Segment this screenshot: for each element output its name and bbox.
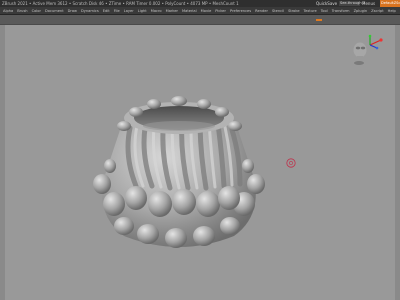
menu-marker[interactable]: Marker bbox=[166, 9, 178, 13]
menu-texture[interactable]: Texture bbox=[304, 9, 317, 13]
menu-color[interactable]: Color bbox=[32, 9, 41, 13]
see-through-slider[interactable]: See-through 0 bbox=[339, 1, 365, 6]
sculpted-vase-model[interactable] bbox=[84, 86, 274, 252]
menu-dynamics[interactable]: Dynamics bbox=[81, 9, 99, 13]
menu-help[interactable]: Help bbox=[388, 9, 396, 13]
menu-picker[interactable]: Picker bbox=[215, 9, 226, 13]
menu-light[interactable]: Light bbox=[138, 9, 147, 13]
menu-draw[interactable]: Draw bbox=[68, 9, 77, 13]
menu-zplugin[interactable]: Zplugin bbox=[354, 9, 368, 13]
menu-zscript[interactable]: Zscript bbox=[371, 9, 383, 13]
status-text: ZBrush 2021 • Active Mem 3612 • Scratch … bbox=[2, 1, 239, 6]
quicksave-button[interactable]: QuickSave bbox=[316, 0, 337, 7]
menu-macro[interactable]: Macro bbox=[151, 9, 162, 13]
menu-file[interactable]: File bbox=[114, 9, 120, 13]
menu-brush[interactable]: Brush bbox=[17, 9, 27, 13]
menu-document[interactable]: Document bbox=[45, 9, 64, 13]
menus-button[interactable]: Menus bbox=[362, 0, 375, 7]
menu-bar: Alpha Brush Color Document Draw Dynamics… bbox=[0, 7, 400, 15]
left-tray bbox=[0, 25, 5, 300]
menu-alpha[interactable]: Alpha bbox=[3, 9, 13, 13]
default-script-button[interactable]: DefaultZScript bbox=[380, 0, 400, 7]
navigation-gizmo-icon[interactable] bbox=[346, 33, 386, 69]
menu-edit[interactable]: Edit bbox=[103, 9, 110, 13]
active-indicator bbox=[316, 19, 322, 21]
brush-cursor-icon bbox=[286, 158, 296, 168]
menu-transform[interactable]: Transform bbox=[332, 9, 350, 13]
right-tray bbox=[395, 25, 400, 300]
title-bar: ZBrush 2021 • Active Mem 3612 • Scratch … bbox=[0, 0, 400, 7]
menu-preferences[interactable]: Preferences bbox=[230, 9, 251, 13]
menu-render[interactable]: Render bbox=[255, 9, 268, 13]
menu-material[interactable]: Material bbox=[182, 9, 197, 13]
menu-layer[interactable]: Layer bbox=[124, 9, 134, 13]
menu-movie[interactable]: Movie bbox=[201, 9, 212, 13]
menu-stroke[interactable]: Stroke bbox=[288, 9, 299, 13]
menu-stencil[interactable]: Stencil bbox=[272, 9, 284, 13]
menu-tool[interactable]: Tool bbox=[321, 9, 328, 13]
top-shelf bbox=[0, 15, 400, 25]
